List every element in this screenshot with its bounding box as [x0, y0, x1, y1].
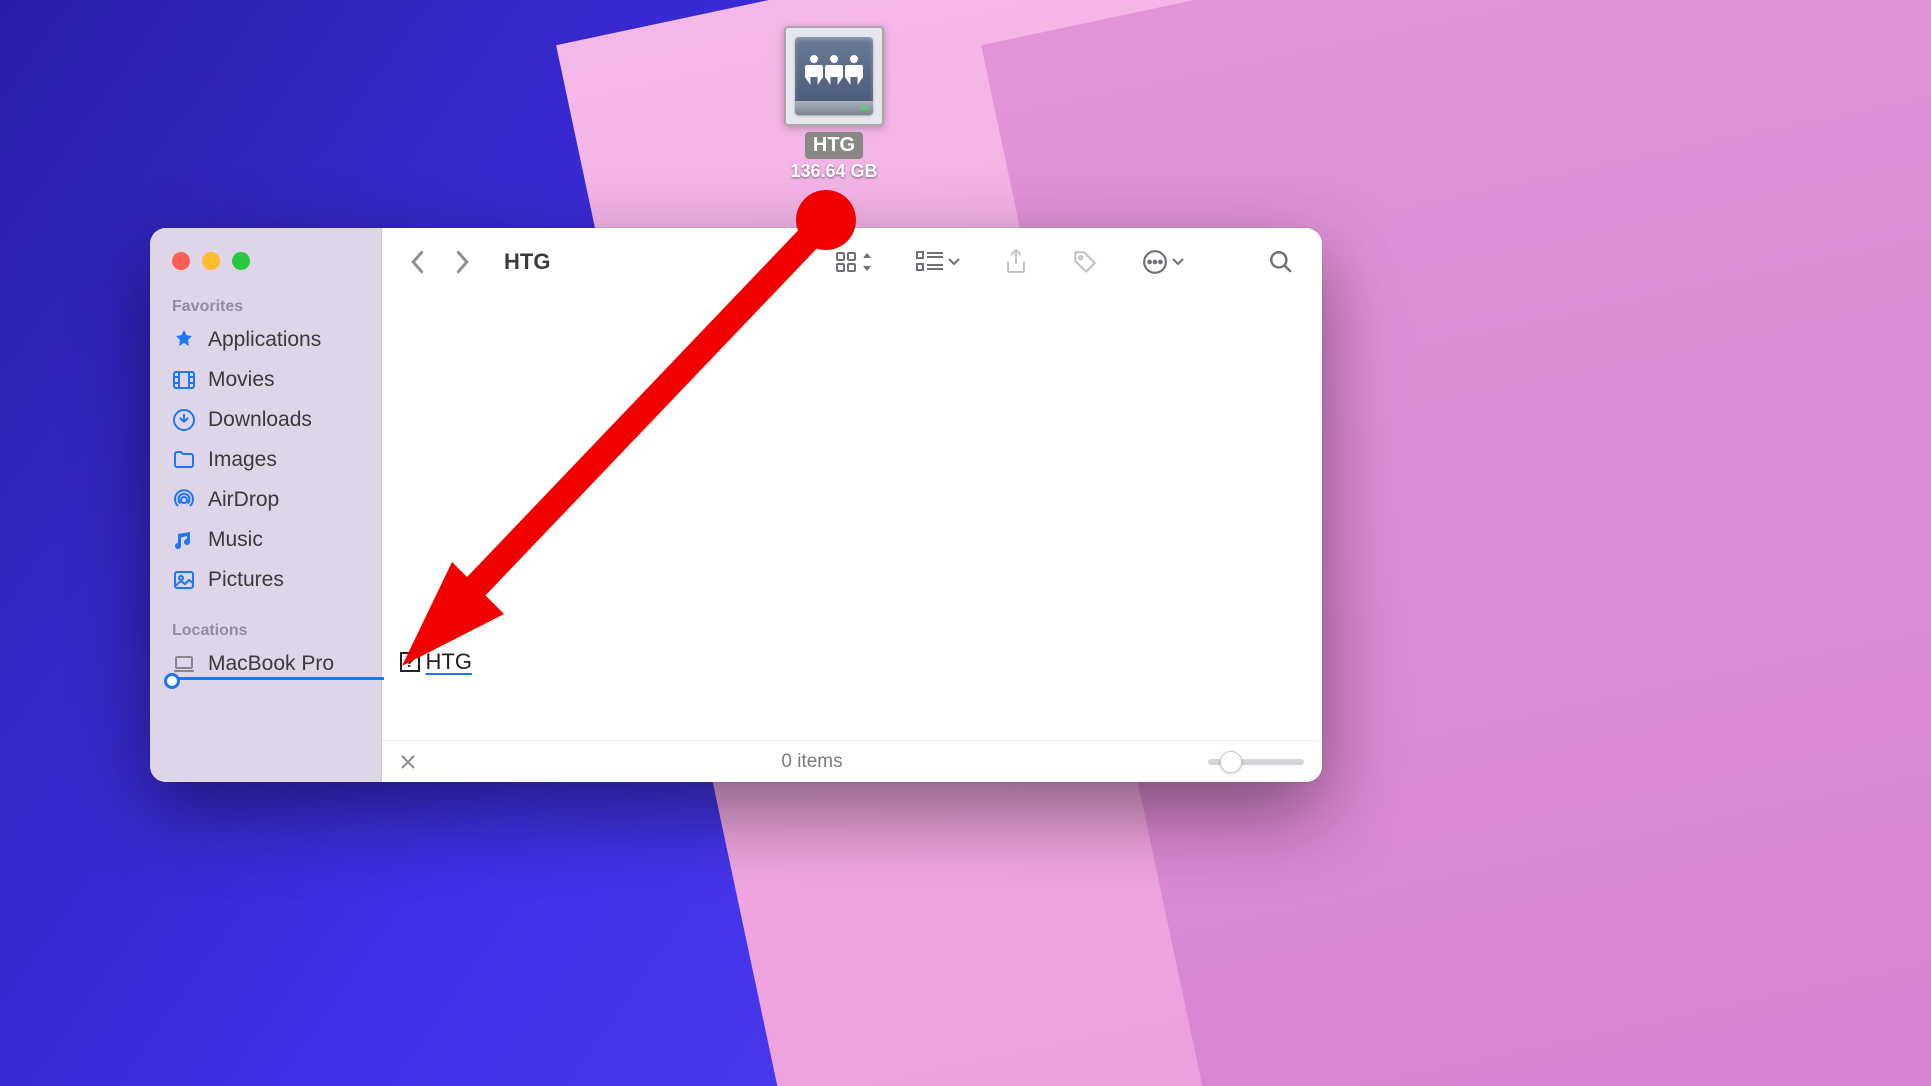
action-menu-button[interactable] — [1142, 249, 1184, 275]
view-icon-button[interactable] — [834, 250, 872, 274]
sidebar-item-applications[interactable]: Applications — [150, 320, 381, 360]
sidebar-item-label: AirDrop — [208, 488, 279, 512]
icon-size-slider[interactable] — [1208, 759, 1304, 765]
desktop-drive-name: HTG — [805, 132, 863, 159]
drag-proxy: ? HTG — [400, 649, 472, 675]
window-controls — [150, 248, 381, 292]
sidebar-item-music[interactable]: Music — [150, 520, 381, 560]
group-by-button[interactable] — [916, 251, 960, 273]
close-window-button[interactable] — [172, 252, 190, 270]
applications-icon — [172, 328, 196, 352]
chevron-down-icon — [1172, 258, 1184, 266]
chevron-down-icon — [948, 258, 960, 266]
sidebar-item-images[interactable]: Images — [150, 440, 381, 480]
desktop-network-drive[interactable]: HTG 136.64 GB — [784, 26, 884, 182]
sidebar-item-label: Applications — [208, 328, 321, 352]
sidebar-item-downloads[interactable]: Downloads — [150, 400, 381, 440]
status-item-count: 0 items — [781, 751, 842, 772]
share-button[interactable] — [1004, 248, 1028, 276]
desktop-drive-size: 136.64 GB — [784, 161, 884, 182]
network-drive-icon — [784, 26, 884, 126]
finder-statusbar: 0 items — [382, 740, 1322, 782]
sidebar-item-airdrop[interactable]: AirDrop — [150, 480, 381, 520]
finder-window: Favorites Applications Movies Downloads … — [150, 228, 1322, 782]
laptop-icon — [172, 652, 196, 676]
finder-sidebar: Favorites Applications Movies Downloads … — [150, 228, 382, 782]
sidebar-item-label: Images — [208, 448, 277, 472]
sidebar-drop-indicator: ? HTG — [168, 677, 384, 680]
sidebar-item-label: Downloads — [208, 408, 312, 432]
folder-icon — [172, 448, 196, 472]
finder-toolbar: HTG — [382, 228, 1322, 296]
sidebar-section-locations: Locations — [150, 616, 381, 644]
tags-button[interactable] — [1072, 249, 1098, 275]
minimize-window-button[interactable] — [202, 252, 220, 270]
airdrop-icon — [172, 488, 196, 512]
pictures-icon — [172, 568, 196, 592]
search-button[interactable] — [1268, 249, 1294, 275]
sidebar-item-movies[interactable]: Movies — [150, 360, 381, 400]
sidebar-item-label: Pictures — [208, 568, 284, 592]
sidebar-section-favorites: Favorites — [150, 292, 381, 320]
sidebar-item-label: Music — [208, 528, 263, 552]
music-icon — [172, 528, 196, 552]
forward-button[interactable] — [454, 250, 470, 274]
sidebar-item-label: MacBook Pro — [208, 652, 334, 676]
finder-title: HTG — [504, 249, 550, 275]
drag-proxy-label: HTG — [426, 649, 472, 675]
movies-icon — [172, 368, 196, 392]
sidebar-item-label: Movies — [208, 368, 275, 392]
back-button[interactable] — [410, 250, 426, 274]
updown-icon — [862, 253, 872, 271]
unknown-file-icon: ? — [400, 652, 420, 672]
downloads-icon — [172, 408, 196, 432]
sidebar-item-pictures[interactable]: Pictures — [150, 560, 381, 600]
path-bar-close-button[interactable] — [400, 754, 416, 770]
finder-content-area[interactable] — [382, 296, 1322, 740]
maximize-window-button[interactable] — [232, 252, 250, 270]
